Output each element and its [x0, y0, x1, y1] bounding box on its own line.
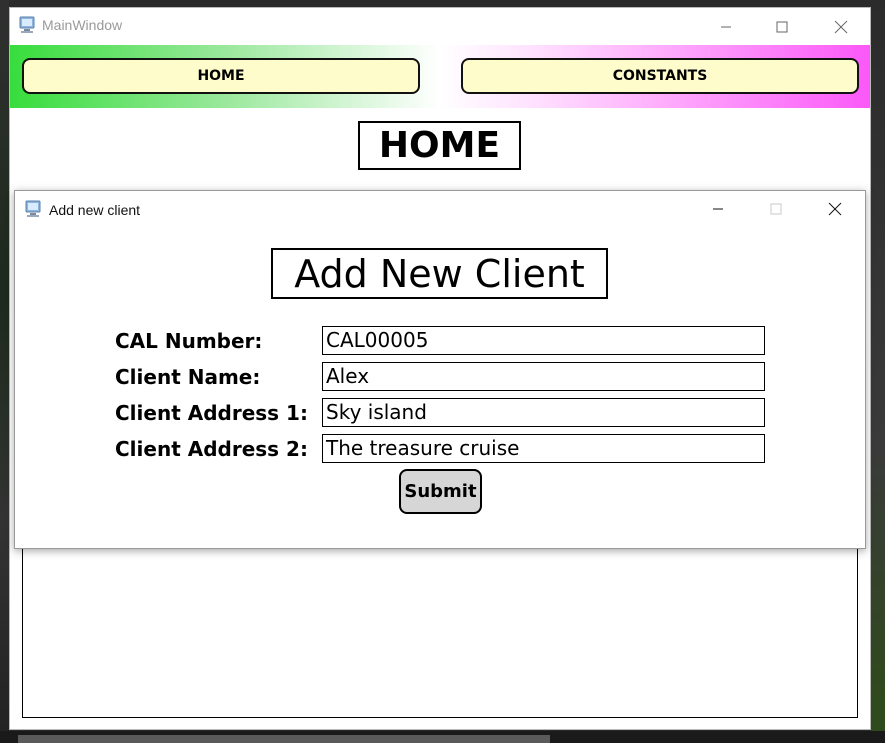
dialog-close-button[interactable]: [812, 191, 858, 227]
minimize-button[interactable]: [703, 8, 749, 45]
desktop-background-right: [871, 0, 885, 743]
main-content-area: [22, 536, 858, 718]
client-name-input[interactable]: Alex: [322, 362, 765, 391]
dialog-heading: Add New Client: [271, 248, 608, 299]
cal-number-label: CAL Number:: [115, 329, 263, 353]
page-title: HOME: [358, 121, 521, 170]
submit-button[interactable]: Submit: [399, 469, 482, 514]
desktop-background-left: [0, 0, 9, 743]
cal-number-input[interactable]: CAL00005: [322, 326, 765, 355]
main-window-title: MainWindow: [42, 17, 123, 33]
horizontal-scrollbar-thumb[interactable]: [18, 735, 550, 743]
maximize-button[interactable]: [759, 8, 805, 45]
close-button[interactable]: [818, 8, 864, 45]
app-monitor-icon: [18, 16, 36, 34]
nav-home-button[interactable]: HOME: [22, 58, 420, 94]
client-address-2-input[interactable]: The treasure cruise: [322, 434, 765, 463]
dialog-titlebar[interactable]: Add new client: [15, 191, 865, 227]
dialog-minimize-button[interactable]: [695, 191, 741, 227]
dialog-maximize-button: [753, 191, 799, 227]
main-window-titlebar[interactable]: MainWindow: [10, 8, 870, 45]
desktop-taskbar-strip: [0, 731, 885, 743]
client-address-1-input[interactable]: Sky island: [322, 398, 765, 427]
add-client-dialog: Add new client Add New Client CAL Number…: [14, 190, 866, 549]
nav-constants-button[interactable]: CONSTANTS: [461, 58, 859, 94]
dialog-title: Add new client: [49, 202, 141, 218]
app-monitor-icon: [24, 200, 42, 218]
client-address-1-label: Client Address 1:: [115, 401, 308, 425]
navigation-bar: HOME CONSTANTS: [10, 45, 870, 108]
client-address-2-label: Client Address 2:: [115, 437, 308, 461]
client-name-label: Client Name:: [115, 365, 261, 389]
